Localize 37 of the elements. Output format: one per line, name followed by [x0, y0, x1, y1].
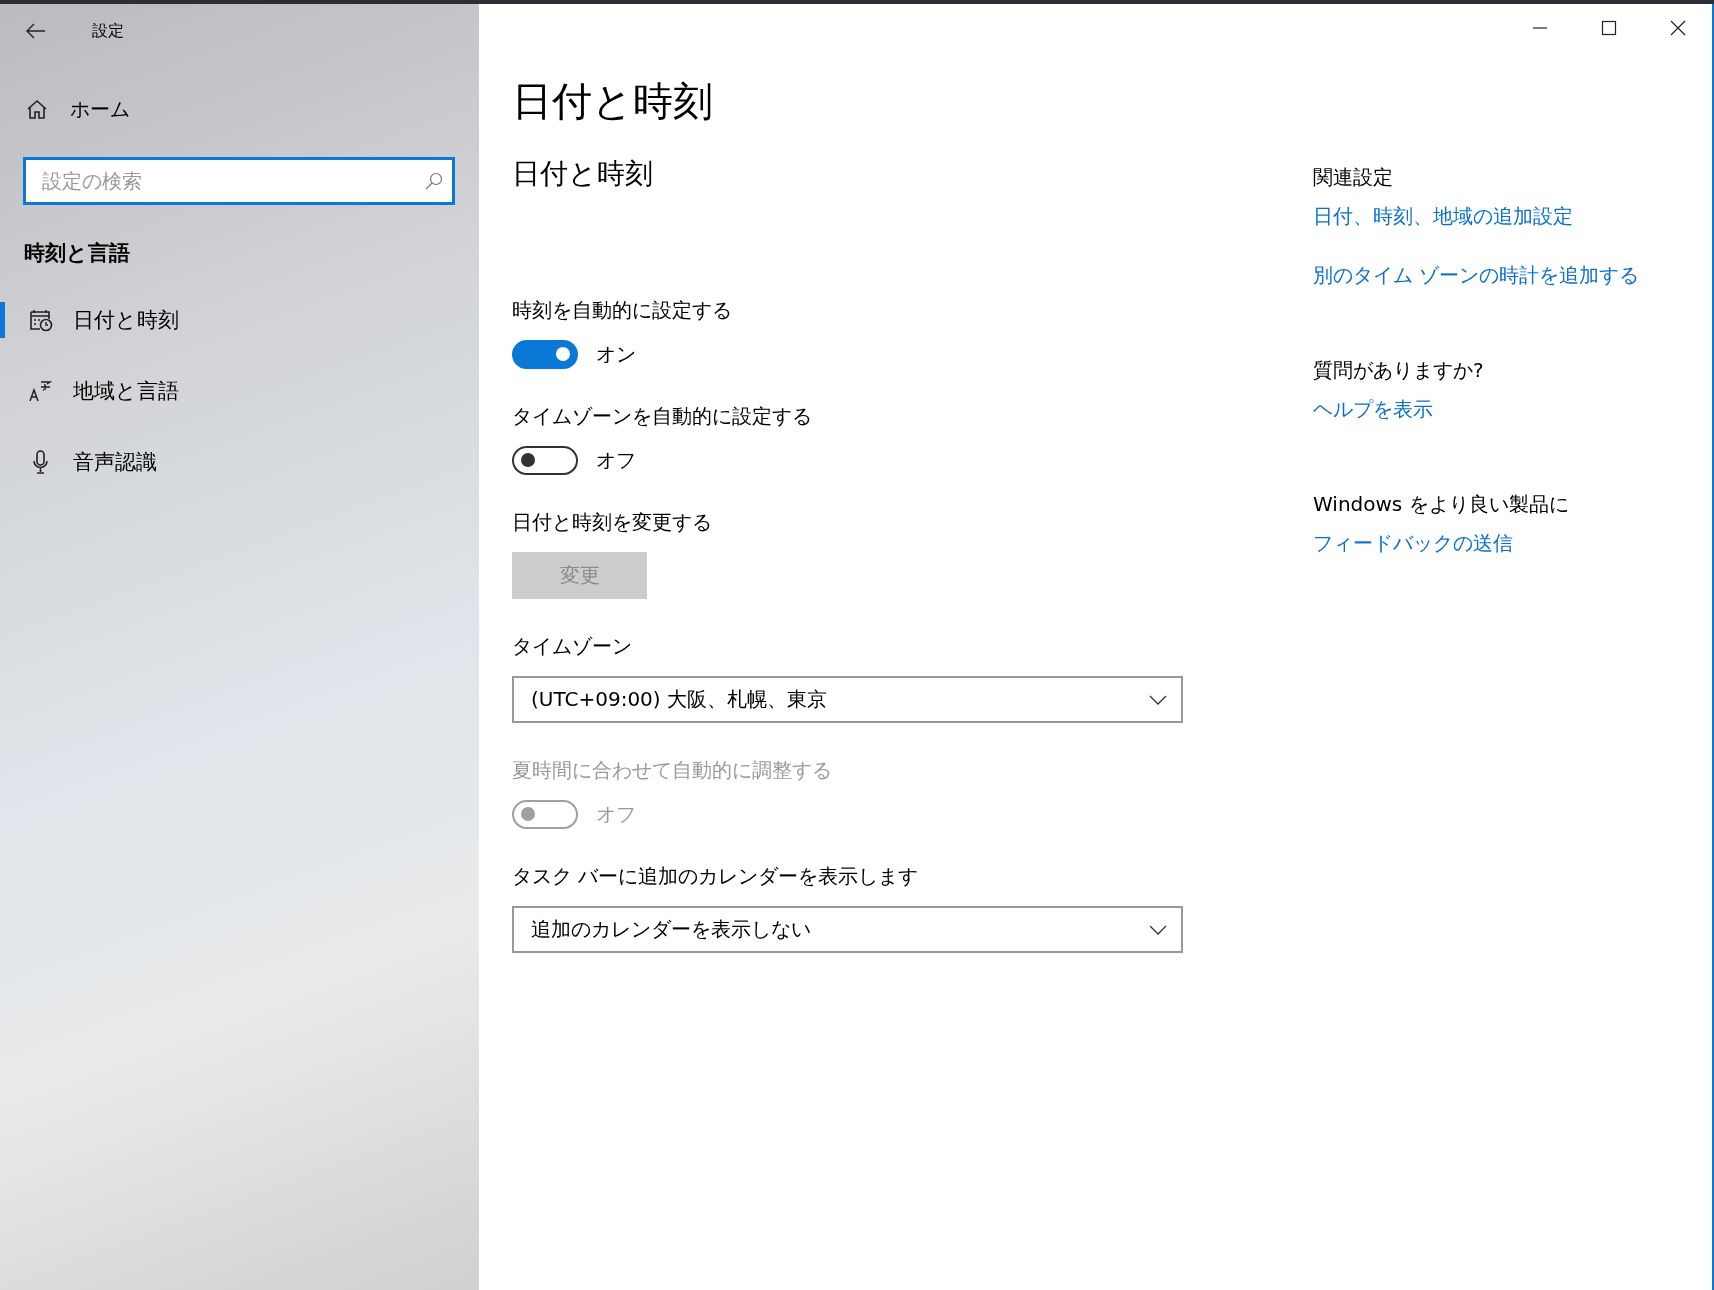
link[interactable]: ヘルプを表示 — [1313, 396, 1433, 423]
close-icon[interactable] — [1670, 20, 1686, 36]
language-icon — [29, 379, 53, 403]
toggle-switch[interactable] — [512, 340, 578, 369]
link[interactable]: 別のタイム ゾーンの時計を追加する — [1313, 262, 1640, 289]
group-heading: 質問がありますか? — [1313, 357, 1484, 384]
home-icon[interactable] — [26, 99, 48, 120]
group-heading: Windows をより良い製品に — [1313, 491, 1569, 518]
setting-label: 日付と時刻を変更する — [512, 509, 712, 536]
window-title: 設定 — [92, 20, 124, 42]
search-field[interactable]: 設定の検索 — [23, 157, 455, 205]
link[interactable]: フィードバックの送信 — [1313, 530, 1513, 557]
toggle-state: オン — [596, 341, 636, 368]
section-title: 日付と時刻 — [512, 156, 654, 192]
chevron-down-icon — [1149, 694, 1167, 705]
setting-label: タスク バーに追加のカレンダーを表示します — [512, 863, 919, 890]
toggle-switch[interactable] — [512, 446, 578, 475]
maximize-icon[interactable] — [1601, 20, 1617, 36]
page-title: 日付と時刻 — [512, 77, 714, 126]
link[interactable]: 日付、時刻、地域の追加設定 — [1313, 203, 1573, 230]
dropdown[interactable]: 追加のカレンダーを表示しない — [512, 906, 1183, 953]
setting-label: 夏時間に合わせて自動的に調整する — [512, 757, 832, 784]
calendar-clock-icon — [29, 308, 53, 332]
nav-item[interactable]: 地域と言語 — [0, 373, 479, 409]
toggle-state: オフ — [596, 801, 636, 828]
home-link[interactable]: ホーム — [70, 96, 130, 123]
search-icon[interactable] — [425, 172, 443, 190]
chevron-down-icon — [1149, 924, 1167, 935]
setting-label: タイムゾーン — [512, 633, 632, 660]
setting-label: 時刻を自動的に設定する — [512, 297, 732, 324]
setting-label: タイムゾーンを自動的に設定する — [512, 403, 812, 430]
nav-item[interactable]: 音声認識 — [0, 444, 479, 480]
section-heading: 時刻と言語 — [24, 240, 131, 267]
group-heading: 関連設定 — [1313, 164, 1393, 191]
toggle-state: オフ — [596, 447, 636, 474]
dropdown[interactable]: (UTC+09:00) 大阪、札幌、東京 — [512, 676, 1183, 723]
back-arrow-icon[interactable] — [26, 23, 46, 39]
